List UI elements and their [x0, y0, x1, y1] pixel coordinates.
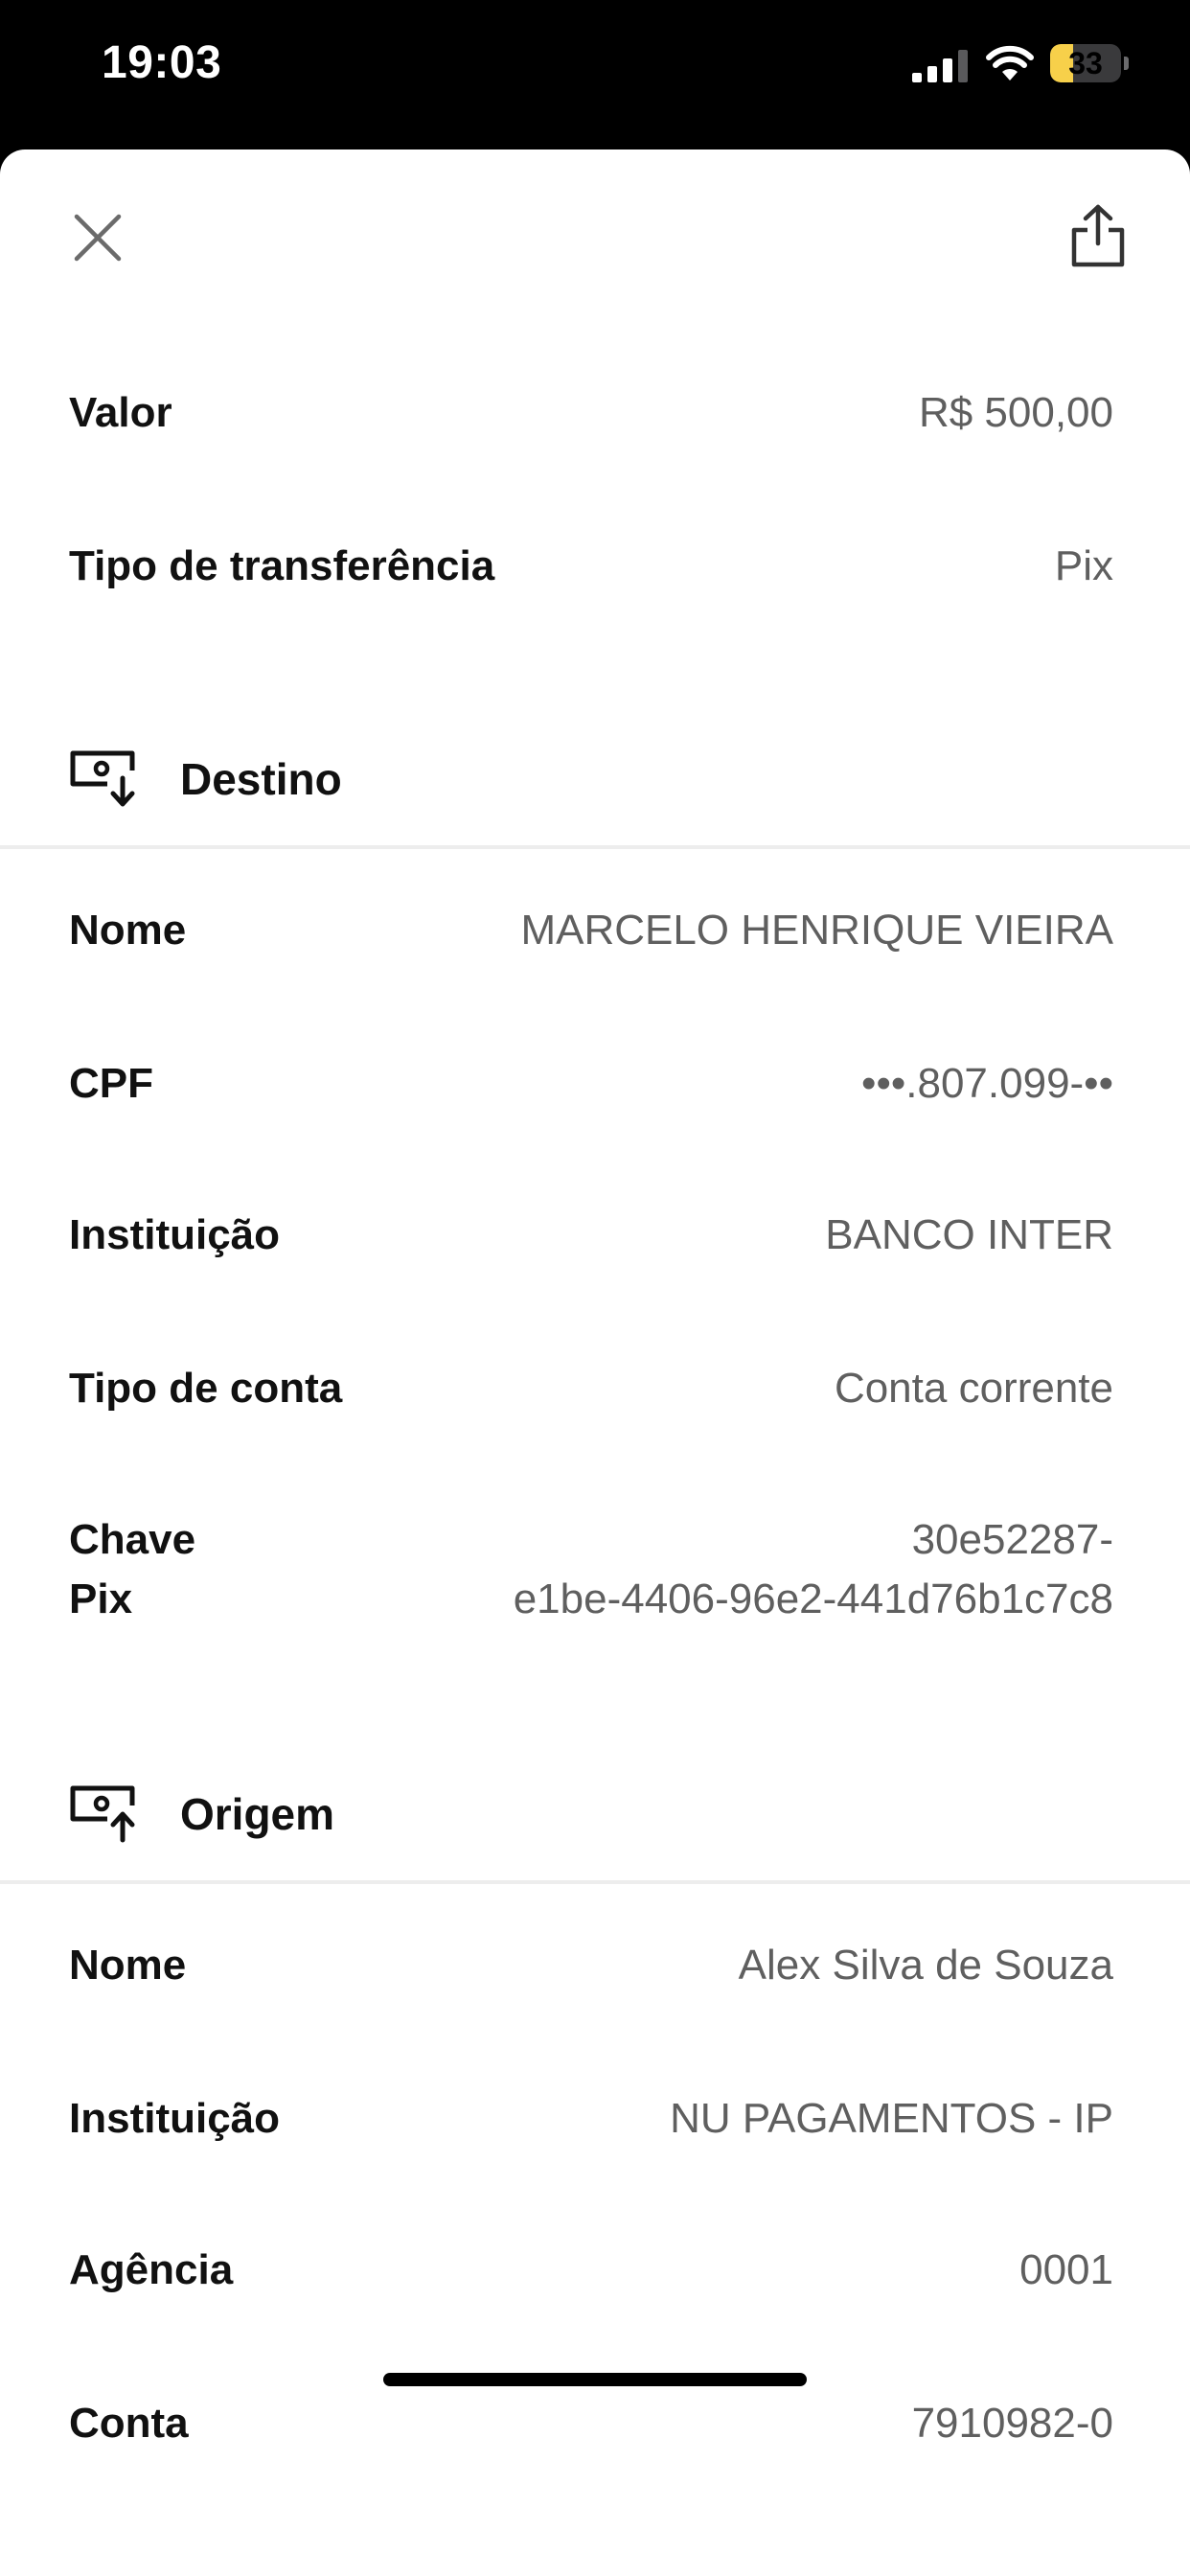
status-time: 19:03: [102, 37, 222, 88]
origem-account-value: 7910982-0: [911, 2400, 1113, 2447]
destino-account-type-label: Tipo de conta: [69, 1365, 343, 1412]
destino-title: Destino: [180, 754, 342, 804]
amount-value: R$ 500,00: [918, 389, 1113, 436]
destino-divider: [0, 845, 1190, 849]
origem-agency-value: 0001: [1019, 2246, 1113, 2293]
amount-row: Valor R$ 500,00: [69, 383, 1113, 443]
signal-icon: [912, 50, 968, 82]
destino-pix-key-value: 30e52287- e1be-4406-96e2-441d76b1c7c8: [514, 1510, 1113, 1629]
destino-name-value: MARCELO HENRIQUE VIEIRA: [520, 907, 1113, 954]
origem-agency-label: Agência: [69, 2246, 234, 2293]
origem-account-row: Conta 7910982-0: [69, 2394, 1113, 2453]
origem-institution-row: Instituição NU PAGAMENTOS - IP: [69, 2089, 1113, 2149]
destino-account-type-value: Conta corrente: [834, 1365, 1113, 1412]
destino-institution-row: Instituição BANCO INTER: [69, 1206, 1113, 1265]
origem-account-label: Conta: [69, 2400, 189, 2447]
transfer-type-value: Pix: [1054, 542, 1113, 589]
origem-agency-row: Agência 0001: [69, 2241, 1113, 2300]
pix-key-value-line1: 30e52287-: [911, 1516, 1113, 1563]
amount-label: Valor: [69, 389, 172, 436]
wifi-icon: [986, 45, 1034, 80]
pix-key-value-line2: e1be-4406-96e2-441d76b1c7c8: [513, 1576, 1113, 1622]
transfer-type-label: Tipo de transferência: [69, 542, 495, 589]
close-button[interactable]: [59, 199, 136, 276]
destino-account-type-row: Tipo de conta Conta corrente: [69, 1359, 1113, 1418]
destino-cpf-value: •••.807.099-••: [861, 1060, 1113, 1107]
destino-name-label: Nome: [69, 907, 187, 954]
destino-pix-key-row: Chave Pix 30e52287- e1be-4406-96e2-441d7…: [69, 1510, 1113, 1629]
destino-pix-key-label: Chave Pix: [69, 1510, 222, 1629]
money-out-icon: [70, 1785, 135, 1843]
destino-institution-value: BANCO INTER: [825, 1211, 1113, 1258]
home-indicator[interactable]: [383, 2373, 807, 2386]
origem-title: Origem: [180, 1789, 335, 1839]
origem-divider: [0, 1880, 1190, 1884]
origem-institution-label: Instituição: [69, 2095, 281, 2142]
pix-key-label-line2: Pix: [69, 1576, 133, 1622]
close-icon: [74, 214, 122, 262]
pix-key-label-line1: Chave: [69, 1516, 196, 1563]
origem-institution-value: NU PAGAMENTOS - IP: [670, 2095, 1113, 2142]
destino-cpf-label: CPF: [69, 1060, 153, 1107]
transfer-type-row: Tipo de transferência Pix: [69, 537, 1113, 596]
battery-level: 33: [1068, 46, 1103, 80]
origem-section-header: Origem: [69, 1781, 334, 1848]
status-bar: 19:03 33: [0, 0, 1190, 144]
origem-name-label: Nome: [69, 1942, 187, 1989]
destino-section-header: Destino: [69, 746, 342, 813]
share-button[interactable]: [1060, 196, 1136, 276]
destino-name-row: Nome MARCELO HENRIQUE VIEIRA: [69, 901, 1113, 960]
destino-institution-label: Instituição: [69, 1211, 281, 1258]
share-icon: [1071, 204, 1125, 267]
origem-name-value: Alex Silva de Souza: [738, 1942, 1113, 1989]
money-in-icon: [70, 750, 135, 807]
origem-name-row: Nome Alex Silva de Souza: [69, 1936, 1113, 1995]
destino-cpf-row: CPF •••.807.099-••: [69, 1054, 1113, 1114]
battery-icon: 33: [1050, 44, 1129, 82]
transfer-details-sheet: Valor R$ 500,00 Tipo de transferência Pi…: [0, 150, 1190, 2576]
